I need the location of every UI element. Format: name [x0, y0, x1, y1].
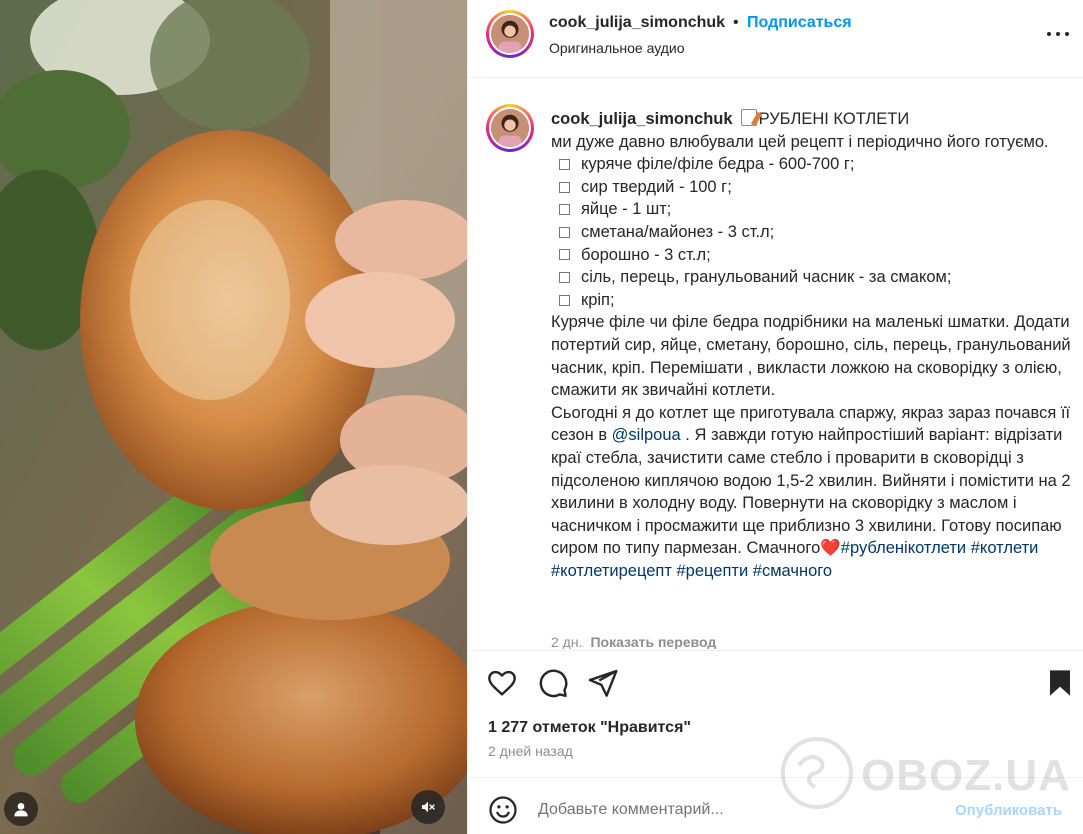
bookmark-icon: [1050, 670, 1070, 696]
caption-username[interactable]: cook_julija_simonchuk: [551, 110, 733, 128]
ingredient-item: яйце - 1 шт;: [551, 198, 1071, 221]
watermark: OBOZ.UA: [779, 723, 1071, 823]
ingredient-item: борошно - 3 ст.л;: [551, 244, 1071, 267]
tagged-user-button[interactable]: [4, 792, 38, 826]
heart-emoji-icon: ❤️: [820, 539, 841, 558]
author-username[interactable]: cook_julija_simonchuk: [549, 14, 725, 32]
hashtag-link[interactable]: #котлети: [971, 539, 1039, 557]
smiley-icon: [489, 796, 517, 824]
food-photo: [0, 0, 467, 834]
separator-dot: •: [733, 14, 739, 31]
checkbox-icon: [559, 271, 570, 283]
like-button[interactable]: [486, 667, 518, 699]
globe-logo-icon: [781, 737, 853, 809]
asparagus-text: Сьогодні я до котлет ще приготувала спар…: [551, 403, 1071, 580]
post-header: cook_julija_simonchuk • Подписаться Ориг…: [468, 0, 1083, 78]
speaker-muted-icon: [422, 801, 435, 813]
ingredient-item: сир твердий - 100 г;: [551, 176, 1071, 199]
recipe-intro: ми дуже давно влюбували цей рецепт і пер…: [551, 132, 1049, 151]
avatar-photo-icon: [491, 109, 529, 147]
hashtag-link[interactable]: #смачного: [753, 562, 832, 580]
post-panel: cook_julija_simonchuk • Подписаться Ориг…: [467, 0, 1083, 834]
post-date: 2 дней назад: [488, 743, 573, 759]
user-icon: [14, 803, 28, 817]
action-bar: [468, 650, 1083, 712]
watermark-text: OBOZ.UA: [861, 751, 1071, 800]
comment-icon: [539, 669, 568, 698]
hashtag-link[interactable]: #котлетирецепт: [551, 562, 672, 580]
checkbox-icon: [559, 204, 570, 216]
heart-icon: [488, 670, 516, 696]
ingredient-item: сіль, перець, гранульований часник - за …: [551, 266, 1071, 289]
ingredient-item: куряче філе/філе бедра - 600-700 г;: [551, 153, 1071, 176]
share-icon: [588, 669, 618, 697]
mention-link[interactable]: @silpoua: [612, 426, 681, 444]
caption-meta: 2 дн. Показать перевод: [551, 634, 716, 649]
recipe-title: РУБЛЕНІ КОТЛЕТИ: [758, 110, 910, 128]
likes-count[interactable]: 1 277 отметок "Нравится": [488, 719, 691, 737]
checkbox-icon: [559, 181, 570, 193]
more-horizontal-icon: [1047, 32, 1069, 36]
share-button[interactable]: [587, 667, 619, 699]
comment-button[interactable]: [537, 667, 569, 699]
author-avatar[interactable]: [486, 10, 534, 58]
follow-button[interactable]: Подписаться: [747, 14, 852, 32]
recipe-method: Куряче філе чи філе бедра подрібники на …: [551, 313, 1071, 400]
show-translation-button[interactable]: Показать перевод: [590, 634, 716, 649]
emoji-button[interactable]: [488, 795, 518, 825]
audio-link[interactable]: Оригинальное аудио: [549, 40, 685, 56]
hashtag-link[interactable]: #рубленікотлети: [841, 539, 966, 557]
avatar-photo-icon: [491, 15, 529, 53]
post-media[interactable]: [0, 0, 467, 834]
more-options-button[interactable]: [1044, 22, 1072, 46]
checkbox-icon: [559, 294, 570, 306]
ingredient-item: кріп;: [551, 289, 1071, 312]
save-button[interactable]: [1044, 667, 1076, 699]
checkbox-icon: [559, 249, 570, 261]
hashtag-link[interactable]: #рецепти: [677, 562, 749, 580]
memo-icon: [740, 109, 757, 126]
caption-age: 2 дн.: [551, 634, 583, 649]
caption-author-avatar[interactable]: [486, 104, 534, 152]
caption-scroll-area[interactable]: cook_julija_simonchuk РУБЛЕНІ КОТЛЕТИ ми …: [468, 79, 1083, 649]
checkbox-icon: [559, 226, 570, 238]
ingredient-item: сметана/майонез - 3 ст.л;: [551, 221, 1071, 244]
post-caption: cook_julija_simonchuk РУБЛЕНІ КОТЛЕТИ ми …: [551, 108, 1071, 582]
checkbox-icon: [559, 158, 570, 170]
mute-button[interactable]: [411, 790, 445, 824]
